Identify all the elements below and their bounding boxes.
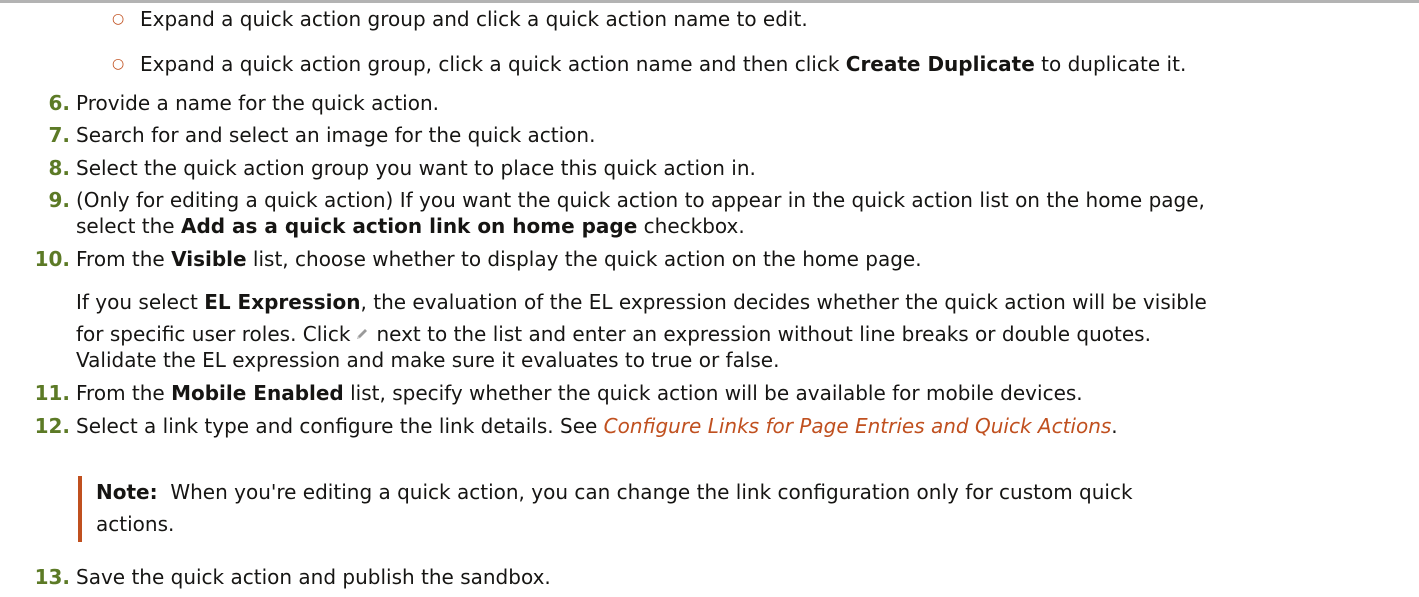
substep-text: Expand a quick action group and click a … — [140, 7, 808, 31]
step-text-continued: select the Add as a quick action link on… — [76, 214, 745, 238]
note-label: Note: — [96, 480, 158, 504]
step-text: From the Mobile Enabled list, specify wh… — [76, 381, 1083, 405]
step-number: 8. — [48, 156, 70, 180]
step-text: Provide a name for the quick action. — [76, 91, 439, 115]
step-text: Select the quick action group you want t… — [76, 156, 756, 180]
step-number: 12. — [34, 414, 70, 438]
bullet-icon: ○ — [112, 56, 125, 72]
bullet-icon: ○ — [112, 11, 125, 27]
step-text: (Only for editing a quick action) If you… — [76, 188, 1205, 212]
step-number: 6. — [48, 91, 70, 115]
substep-text: Expand a quick action group, click a qui… — [140, 52, 1187, 76]
note-text-continued: actions. — [96, 512, 175, 536]
note-text: Note: When you're editing a quick action… — [96, 480, 1133, 504]
step-number: 11. — [34, 381, 70, 405]
mobile-enabled-term: Mobile Enabled — [171, 381, 344, 405]
step-text: Save the quick action and publish the sa… — [76, 565, 551, 589]
step-number: 7. — [48, 123, 70, 147]
step-paragraph-line: for specific user roles. Click next to th… — [76, 322, 1151, 346]
top-divider — [0, 0, 1419, 3]
checkbox-name: Add as a quick action link on home page — [180, 214, 638, 238]
step-paragraph-line: If you select EL Expression, the evaluat… — [76, 290, 1207, 314]
step-text: Search for and select an image for the q… — [76, 123, 596, 147]
create-duplicate-term: Create Duplicate — [845, 52, 1035, 76]
step-text: Select a link type and configure the lin… — [76, 414, 1118, 438]
el-expression-term: EL Expression — [204, 290, 361, 314]
configure-links-link[interactable]: Configure Links for Page Entries and Qui… — [604, 414, 1112, 438]
pencil-icon — [354, 323, 370, 339]
step-number: 10. — [34, 247, 70, 271]
step-paragraph-line: Validate the EL expression and make sure… — [76, 348, 780, 372]
visible-term: Visible — [171, 247, 247, 271]
step-number: 9. — [48, 188, 70, 212]
step-number: 13. — [34, 565, 70, 589]
step-text: From the Visible list, choose whether to… — [76, 247, 922, 271]
note-callout: Note: When you're editing a quick action… — [78, 476, 1282, 542]
